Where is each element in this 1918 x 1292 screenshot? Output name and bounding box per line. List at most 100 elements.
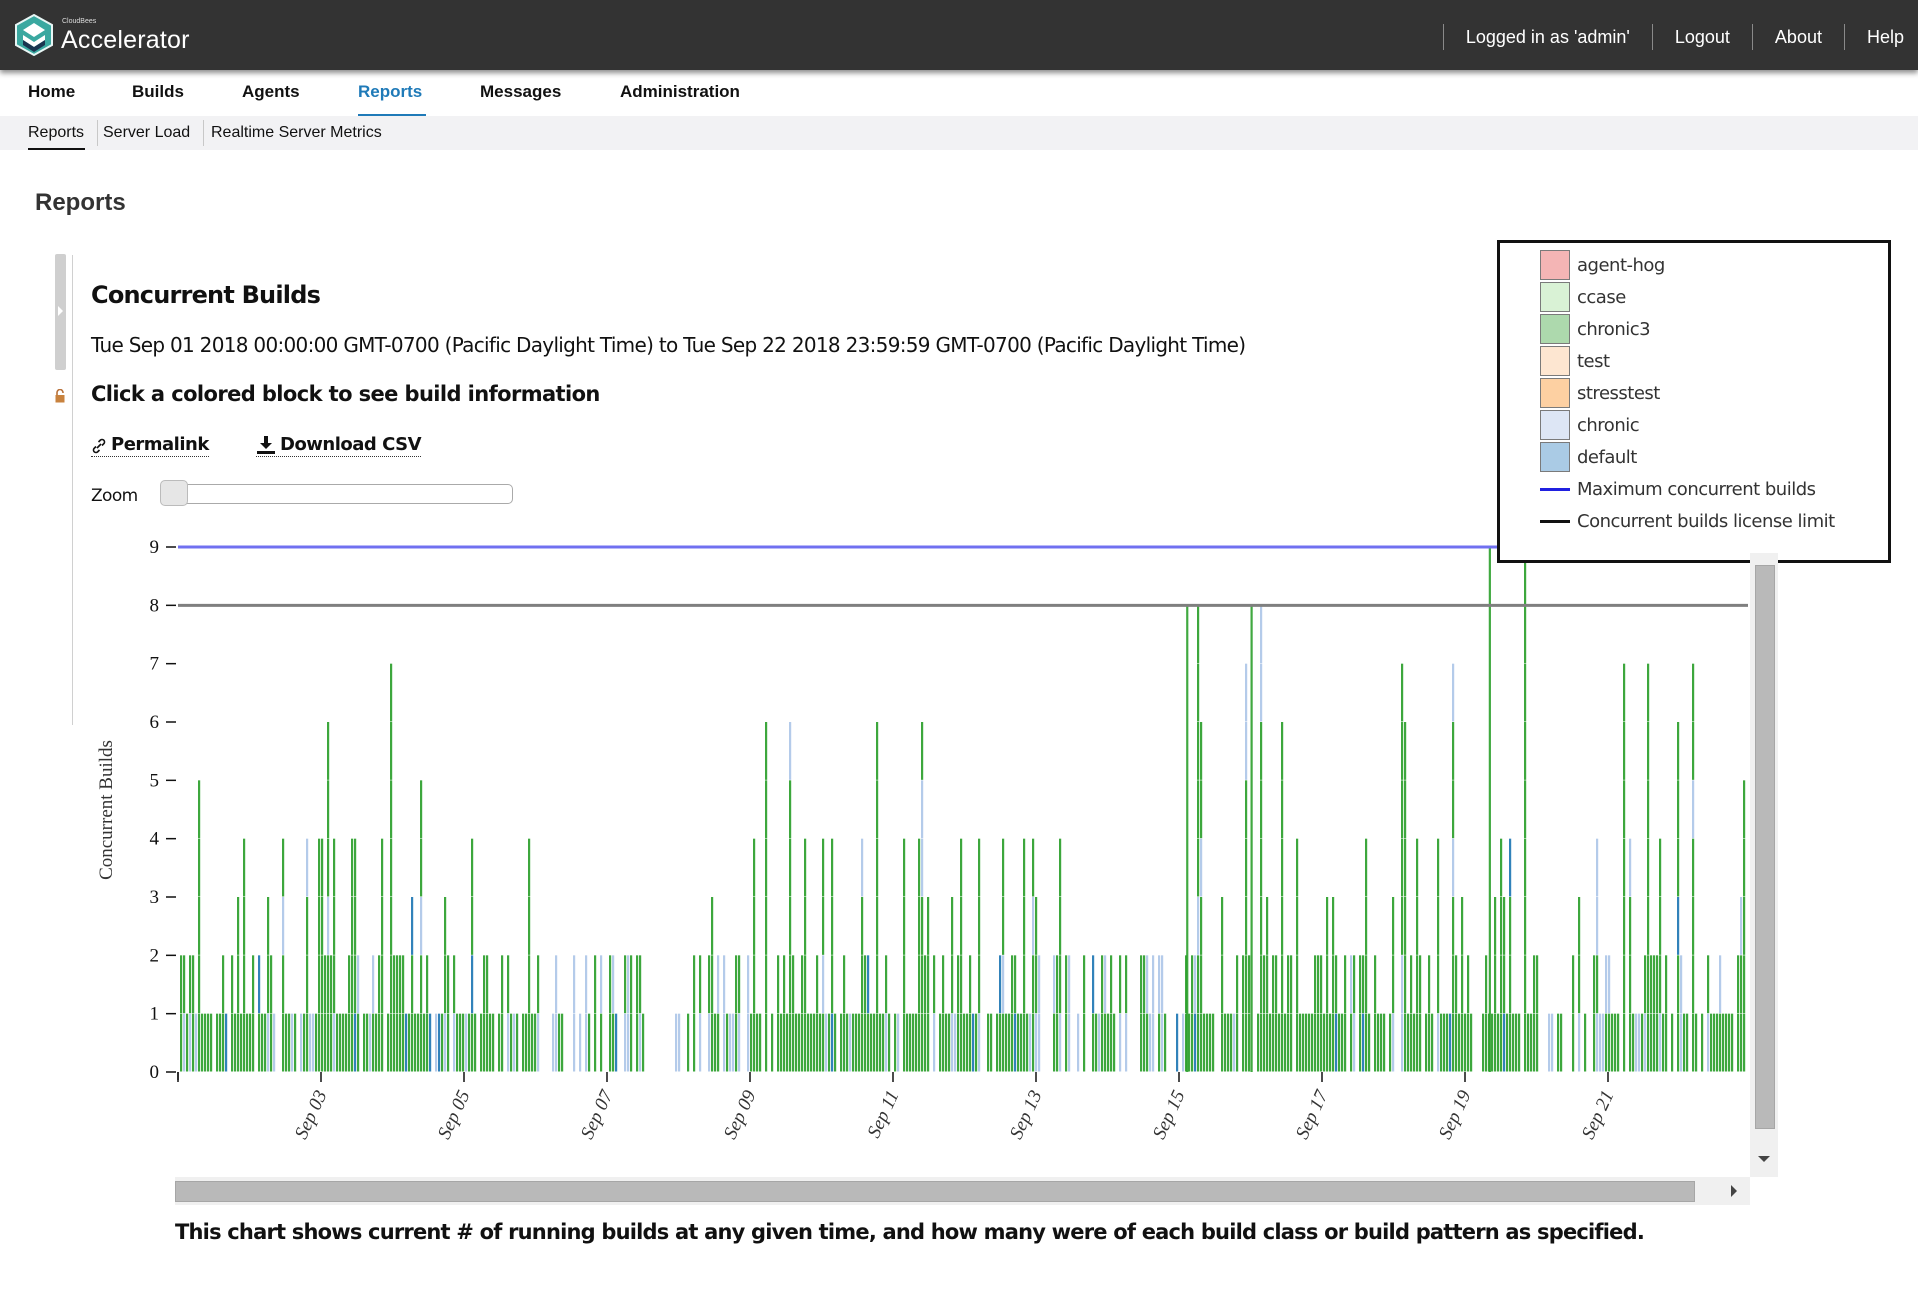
bar-segment [423, 1013, 426, 1072]
bar-segment [471, 1013, 474, 1072]
vertical-scrollbar[interactable] [1750, 553, 1778, 1177]
bar-segment [1692, 722, 1695, 780]
bar-segment [345, 1013, 348, 1072]
bar-segment [765, 838, 768, 897]
legend-label: default [1577, 446, 1637, 468]
legend-label: Concurrent builds license limit [1577, 510, 1835, 532]
bar-segment [522, 1013, 525, 1072]
bar-segment [243, 838, 246, 897]
bar-segment [390, 955, 393, 1014]
bar-segment [1335, 1013, 1338, 1072]
bar-segment [588, 1013, 591, 1072]
bar-segment [1344, 955, 1347, 1014]
bar-segment [1002, 955, 1005, 1014]
bar-segment [1065, 1013, 1068, 1072]
bar-segment [1113, 1013, 1116, 1072]
bar-segment [870, 1013, 873, 1072]
bar-segment [960, 1013, 963, 1072]
bar-segment [1677, 838, 1680, 897]
bar-segment [1500, 1013, 1503, 1072]
bar-segment [1146, 955, 1149, 1014]
bar-segment [1197, 663, 1200, 722]
bar-segment [354, 838, 357, 897]
bar-segment [462, 1013, 465, 1072]
bar-segment [324, 1013, 327, 1072]
bar-segment [921, 838, 924, 897]
bar-segment [1452, 780, 1455, 839]
bar-segment [960, 838, 963, 897]
bar-segment [273, 1013, 276, 1072]
bar-segment [861, 1013, 864, 1072]
scroll-right-arrow-icon[interactable] [1731, 1185, 1737, 1197]
bar-segment [642, 1013, 645, 1072]
bar-segment [1392, 1013, 1395, 1072]
bar-segment [777, 955, 780, 1014]
bar-segment [1224, 1013, 1227, 1072]
bar-segment [1647, 838, 1650, 897]
bar-segment [1296, 955, 1299, 1014]
bar-segment [1278, 1013, 1281, 1072]
horizontal-scrollbar[interactable] [175, 1177, 1750, 1205]
bar-segment [1107, 1013, 1110, 1072]
bar-segment [1092, 1013, 1095, 1072]
bar-segment [507, 1013, 510, 1072]
bar-segment [294, 1013, 297, 1072]
bar-segment [801, 1013, 804, 1072]
horizontal-scrollbar-thumb[interactable] [175, 1181, 1695, 1202]
bar-segment [429, 1013, 432, 1072]
bar-segment [804, 897, 807, 955]
scroll-down-arrow-icon[interactable] [1758, 1156, 1770, 1162]
bar-segment [1506, 1013, 1509, 1072]
bar-segment [978, 955, 981, 1014]
bar-segment [1653, 1013, 1656, 1072]
bar-segment [1641, 1013, 1644, 1072]
bar-segment [1338, 1013, 1341, 1072]
bar-segment [1011, 955, 1014, 1014]
bar-segment [636, 1013, 639, 1072]
bar-segment [351, 838, 354, 897]
y-tick-label: 1 [150, 1004, 160, 1025]
bar-segment [378, 955, 381, 1014]
bar-segment [1059, 838, 1062, 897]
bar-segment [1629, 1013, 1632, 1072]
bar-segment [624, 955, 627, 1014]
bar-segment [945, 1013, 948, 1072]
bar-segment [921, 897, 924, 955]
bar-segment [411, 897, 414, 955]
bar-segment [1212, 1013, 1215, 1072]
bar-segment [1101, 955, 1104, 1014]
bar-segment [924, 955, 927, 1014]
vertical-scrollbar-thumb[interactable] [1755, 565, 1775, 1129]
bar-segment [738, 1013, 741, 1072]
bar-segment [201, 1013, 204, 1072]
bar-segment [318, 897, 321, 955]
bar-segment [579, 1013, 582, 1072]
bar-segment [675, 1013, 678, 1072]
bar-segment [390, 780, 393, 839]
bar-segment [864, 955, 867, 1014]
bar-segment [381, 897, 384, 955]
bar-segment [1623, 838, 1626, 897]
bar-segment [1110, 1013, 1113, 1072]
x-tick-label: Sep 21 [1578, 1087, 1619, 1142]
bar-segment [960, 897, 963, 955]
bar-segment [525, 1013, 528, 1072]
bar-segment [243, 955, 246, 1014]
bar-segment [420, 897, 423, 955]
bar-segment [486, 955, 489, 1014]
bar-segment [1038, 1013, 1041, 1072]
bar-segment [387, 1013, 390, 1072]
bar-segment [1125, 1013, 1128, 1072]
bar-segment [1740, 955, 1743, 1014]
bar-segment [189, 955, 192, 1014]
bar-segment [1416, 955, 1419, 1014]
bar-segment [1026, 1013, 1029, 1072]
bar-segment [1332, 897, 1335, 955]
bar-segment [1011, 1013, 1014, 1072]
bar-segment [444, 955, 447, 1014]
bar-segment [990, 1013, 993, 1072]
bar-segment [1533, 1013, 1536, 1072]
bar-segment [1164, 1013, 1167, 1072]
legend-item: stresstest [1540, 377, 1660, 409]
bar-segment [1644, 1013, 1647, 1072]
